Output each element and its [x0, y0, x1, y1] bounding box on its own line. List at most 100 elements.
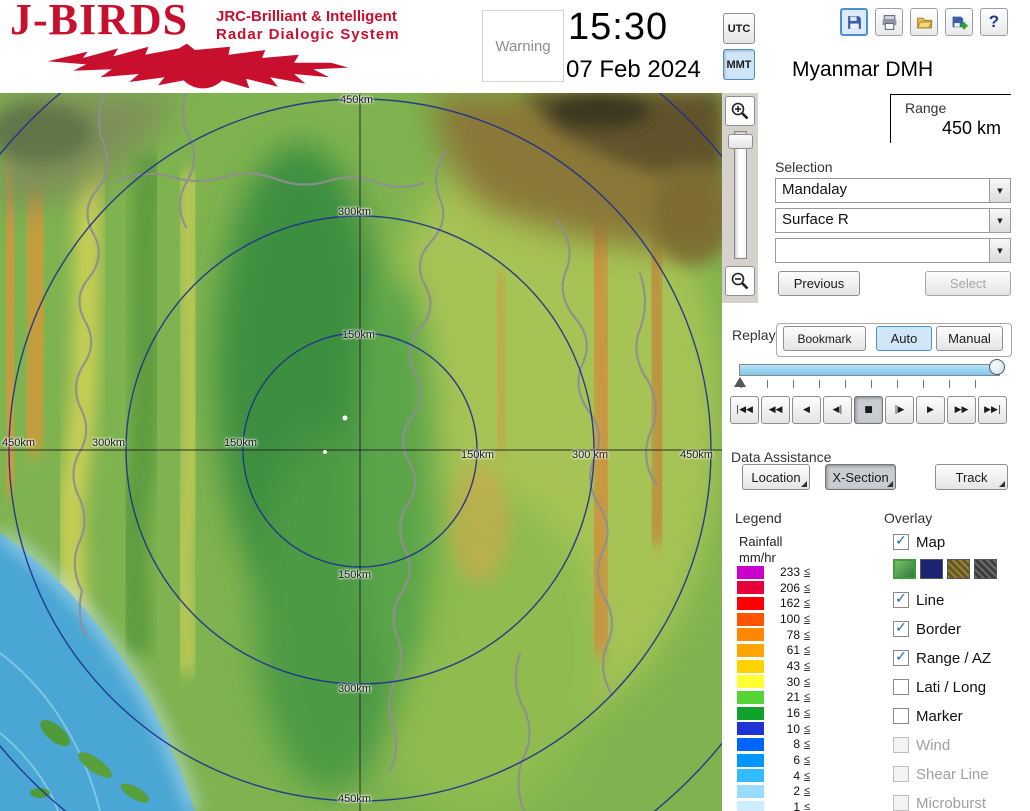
select-button[interactable]: Select: [925, 271, 1011, 296]
legend-threshold-link[interactable]: ≤: [804, 770, 810, 782]
print-button[interactable]: [875, 8, 903, 36]
jbirds-window: J-BIRDS JRC-Brilliant & Intelligent Rada…: [0, 0, 1030, 811]
range-label: Range: [905, 100, 946, 116]
legend-row: 6≤: [737, 753, 810, 767]
map-style-navy-button[interactable]: [920, 559, 943, 579]
fast-rewind-button[interactable]: ◀◀: [761, 396, 790, 424]
track-button[interactable]: Track: [935, 464, 1008, 490]
legend-row: 10≤: [737, 722, 810, 736]
overlay-row-lati-long[interactable]: Lati / Long: [893, 677, 986, 697]
play-reverse-button[interactable]: ◀: [792, 396, 821, 424]
legend-threshold-link[interactable]: ≤: [804, 754, 810, 766]
app-logo-subtitle-2: Radar Dialogic System: [216, 26, 400, 43]
location-button[interactable]: Location: [742, 464, 810, 490]
legend-value: 16: [768, 706, 800, 720]
utc-toggle-button[interactable]: UTC: [723, 13, 755, 44]
range-ring-label: 300km: [338, 206, 371, 218]
manual-button[interactable]: Manual: [936, 326, 1003, 351]
legend-threshold-link[interactable]: ≤: [804, 738, 810, 750]
auto-button[interactable]: Auto: [876, 326, 932, 351]
legend-color-swatch: [737, 566, 764, 579]
app-logo-subtitle-1: JRC-Brilliant & Intelligent: [216, 8, 397, 25]
overlay-item-label: Wind: [916, 737, 950, 754]
legend-threshold-link[interactable]: ≤: [804, 597, 810, 609]
map-style-terrain-button[interactable]: [893, 559, 916, 579]
bookmark-button[interactable]: Bookmark: [783, 326, 866, 351]
location-button-label: Location: [751, 470, 800, 485]
site-dropdown-value: Mandalay: [776, 179, 989, 202]
legend-color-swatch: [737, 581, 764, 594]
mmt-toggle-button[interactable]: MMT: [723, 49, 755, 80]
open-folder-icon: [916, 14, 933, 31]
zoom-slider-thumb[interactable]: [728, 134, 753, 149]
timeline-position-marker[interactable]: [734, 377, 746, 387]
site-dropdown[interactable]: Mandalay ▼: [775, 178, 1011, 203]
zoom-out-button[interactable]: [725, 266, 755, 296]
legend-row: 162 ≤: [737, 596, 810, 610]
fast-forward-button[interactable]: ▶▶: [947, 396, 976, 424]
legend-value: 162: [768, 596, 800, 610]
previous-button[interactable]: Previous: [778, 271, 860, 296]
replay-timeline-handle[interactable]: [989, 359, 1005, 375]
overlay-item-label: Shear Line: [916, 766, 989, 783]
map-checkbox[interactable]: ✓: [893, 534, 909, 550]
map-style-gray-button[interactable]: [974, 559, 997, 579]
range-box: Range 450 km: [890, 94, 1011, 143]
legend-threshold-link[interactable]: ≤: [804, 582, 810, 594]
legend-threshold-link[interactable]: ≤: [804, 676, 810, 688]
corner-expand-icon: [999, 481, 1005, 487]
legend-color-swatch: [737, 660, 764, 673]
marker-checkbox[interactable]: [893, 708, 909, 724]
zoom-in-button[interactable]: [725, 96, 755, 126]
legend-threshold-link[interactable]: ≤: [804, 691, 810, 703]
overlay-row-microburst: Microburst: [893, 793, 986, 811]
legend-threshold-link[interactable]: ≤: [804, 801, 810, 811]
radar-map[interactable]: 450km 300km 150km 450km 300km 150km 150k…: [0, 93, 722, 811]
range-ring-label: 300km: [92, 437, 125, 449]
legend-row: 21≤: [737, 690, 810, 704]
legend-threshold-link[interactable]: ≤: [804, 707, 810, 719]
legend-threshold-link[interactable]: ≤: [804, 723, 810, 735]
jump-start-button[interactable]: |◀◀: [730, 396, 759, 424]
overlay-row-range-az[interactable]: ✓ Range / AZ: [893, 648, 991, 668]
line-checkbox[interactable]: ✓: [893, 592, 909, 608]
save-button[interactable]: [840, 8, 868, 36]
legend-threshold-link[interactable]: ≤: [804, 629, 810, 641]
map-style-olive-button[interactable]: [947, 559, 970, 579]
legend-color-swatch: [737, 691, 764, 704]
extra-dropdown[interactable]: ▼: [775, 238, 1011, 263]
border-checkbox[interactable]: ✓: [893, 621, 909, 637]
overlay-row-border[interactable]: ✓ Border: [893, 619, 961, 639]
export-image-button[interactable]: [945, 8, 973, 36]
chevron-down-icon[interactable]: ▼: [989, 209, 1010, 232]
track-button-label: Track: [955, 470, 987, 485]
stop-button[interactable]: ■: [854, 396, 883, 424]
open-file-button[interactable]: [910, 8, 938, 36]
help-button[interactable]: ?: [980, 8, 1008, 36]
legend-threshold-link[interactable]: ≤: [804, 566, 810, 578]
overlay-row-map[interactable]: ✓ Map: [893, 532, 945, 552]
microburst-checkbox: [893, 795, 909, 811]
chevron-down-icon[interactable]: ▼: [989, 179, 1010, 202]
step-back-button[interactable]: ◀|: [823, 396, 852, 424]
legend-threshold-link[interactable]: ≤: [804, 613, 810, 625]
overlay-item-label: Microburst: [916, 795, 986, 811]
xsection-button[interactable]: X-Section: [825, 464, 896, 490]
replay-timeline-track[interactable]: [739, 364, 1000, 376]
zoom-in-icon: [730, 101, 750, 121]
overlay-row-line[interactable]: ✓ Line: [893, 590, 944, 610]
play-button[interactable]: ▶: [916, 396, 945, 424]
legend-threshold-link[interactable]: ≤: [804, 644, 810, 656]
legend-threshold-link[interactable]: ≤: [804, 785, 810, 797]
range-az-checkbox[interactable]: ✓: [893, 650, 909, 666]
legend-color-swatch: [737, 597, 764, 610]
product-dropdown[interactable]: Surface R ▼: [775, 208, 1011, 233]
chevron-down-icon[interactable]: ▼: [989, 239, 1010, 262]
legend-row: 4≤: [737, 769, 810, 783]
zoom-slider-track[interactable]: [734, 131, 747, 259]
step-forward-button[interactable]: |▶: [885, 396, 914, 424]
legend-threshold-link[interactable]: ≤: [804, 660, 810, 672]
lati-long-checkbox[interactable]: [893, 679, 909, 695]
overlay-row-marker[interactable]: Marker: [893, 706, 963, 726]
jump-end-button[interactable]: ▶▶|: [978, 396, 1007, 424]
